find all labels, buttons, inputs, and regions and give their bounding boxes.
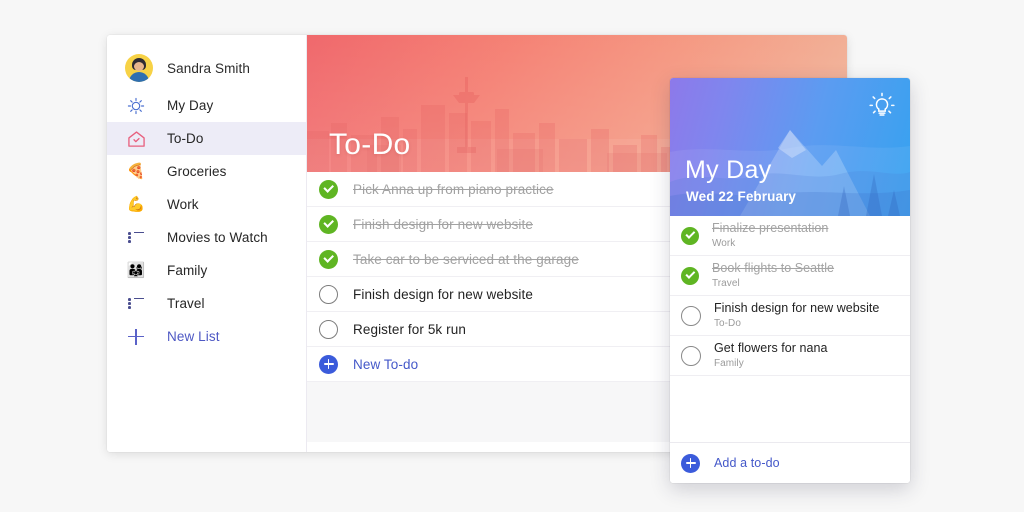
- my-day-task-texts: Finish design for new website To-Do: [714, 301, 879, 330]
- sidebar-item-label: New List: [167, 329, 220, 344]
- todo-text: Pick Anna up from piano practice: [353, 181, 554, 197]
- sidebar-item-movies-to-watch[interactable]: Movies to Watch: [107, 221, 306, 254]
- lightbulb-icon[interactable]: [867, 90, 897, 120]
- my-day-task-list-name: To-Do: [714, 317, 741, 329]
- unchecked-checkbox-icon[interactable]: [319, 284, 338, 304]
- profile-row[interactable]: Sandra Smith: [107, 47, 306, 89]
- add-a-todo-label: Add a to-do: [714, 456, 780, 470]
- todo-text: Finish design for new website: [353, 216, 533, 232]
- my-day-task-row[interactable]: Book flights to Seattle Travel: [670, 256, 910, 296]
- new-todo-label: New To-do: [353, 356, 419, 372]
- sidebar-item-label: My Day: [167, 98, 214, 113]
- sidebar: Sandra Smith My Day To-Do 🍕 Groceries 💪 Work M…: [107, 35, 307, 452]
- sidebar-nav: My Day To-Do 🍕 Groceries 💪 Work Movies to Watc…: [107, 89, 306, 320]
- my-day-banner: My Day Wed 22 February: [670, 78, 910, 216]
- my-day-task-texts: Book flights to Seattle Travel: [712, 261, 834, 290]
- sidebar-item-label: Groceries: [167, 164, 227, 179]
- flexed-biceps-icon: 💪: [126, 196, 146, 213]
- todo-text: Register for 5k run: [353, 321, 466, 337]
- checked-checkbox-icon[interactable]: [319, 249, 338, 269]
- my-day-task-list-name: Work: [712, 237, 736, 249]
- pizza-icon: 🍕: [126, 163, 146, 180]
- sidebar-item-label: Family: [167, 263, 208, 278]
- my-day-task-texts: Get flowers for nana Family: [714, 341, 828, 370]
- my-day-task-list-name: Family: [714, 357, 744, 369]
- checked-checkbox-icon[interactable]: [319, 214, 338, 234]
- unchecked-checkbox-icon[interactable]: [681, 305, 701, 326]
- todo-text: Take car to be serviced at the garage: [353, 251, 579, 267]
- my-day-task-list-name: Travel: [712, 277, 740, 289]
- my-day-task-texts: Finalize presentation Work: [712, 221, 828, 250]
- todo-text: Finish design for new website: [353, 286, 533, 302]
- sidebar-item-label: Movies to Watch: [167, 230, 268, 245]
- sidebar-item-to-do[interactable]: To-Do: [107, 122, 306, 155]
- sidebar-item-label: Travel: [167, 296, 205, 311]
- my-day-task-title: Book flights to Seattle: [712, 261, 835, 276]
- list-icon: [125, 293, 147, 315]
- list-icon: [125, 227, 147, 249]
- my-day-task-title: Get flowers for nana: [714, 341, 828, 356]
- add-a-todo-button[interactable]: Add a to-do: [670, 442, 910, 483]
- my-day-task-row[interactable]: Get flowers for nana Family: [670, 336, 910, 376]
- sidebar-item-my-day[interactable]: My Day: [107, 89, 306, 122]
- family-icon: 👨‍👩‍👧: [126, 262, 146, 279]
- sun-icon: [125, 95, 147, 117]
- sidebar-item-travel[interactable]: Travel: [107, 287, 306, 320]
- page-title: To-Do: [329, 128, 411, 161]
- sidebar-item-label: To-Do: [167, 131, 204, 146]
- checked-checkbox-icon[interactable]: [319, 179, 338, 199]
- sidebar-item-work[interactable]: 💪 Work: [107, 188, 306, 221]
- plus-icon: [125, 326, 147, 348]
- plus-circle-icon: [681, 453, 700, 473]
- profile-name: Sandra Smith: [167, 60, 250, 76]
- sidebar-item-new-list[interactable]: New List: [107, 320, 306, 353]
- unchecked-checkbox-icon[interactable]: [319, 319, 338, 339]
- sidebar-item-label: Work: [167, 197, 199, 212]
- my-day-task-title: Finalize presentation: [712, 221, 829, 236]
- my-day-title: My Day: [685, 156, 772, 184]
- my-day-task-row[interactable]: Finalize presentation Work: [670, 216, 910, 256]
- my-day-card: My Day Wed 22 February Finalize presenta…: [670, 78, 910, 483]
- my-day-task-list: Finalize presentation Work Book flights to…: [670, 216, 910, 376]
- checked-checkbox-icon[interactable]: [681, 266, 699, 285]
- my-day-empty-area: [670, 376, 910, 442]
- sidebar-item-family[interactable]: 👨‍👩‍👧 Family: [107, 254, 306, 287]
- user-avatar-icon: [125, 54, 153, 82]
- checked-checkbox-icon[interactable]: [681, 226, 699, 245]
- unchecked-checkbox-icon[interactable]: [681, 345, 701, 366]
- plus-circle-icon: [319, 354, 338, 374]
- my-day-task-title: Finish design for new website: [714, 301, 880, 316]
- my-day-date: Wed 22 February: [686, 189, 797, 204]
- my-day-task-row[interactable]: Finish design for new website To-Do: [670, 296, 910, 336]
- sidebar-item-groceries[interactable]: 🍕 Groceries: [107, 155, 306, 188]
- house-check-icon: [125, 128, 147, 150]
